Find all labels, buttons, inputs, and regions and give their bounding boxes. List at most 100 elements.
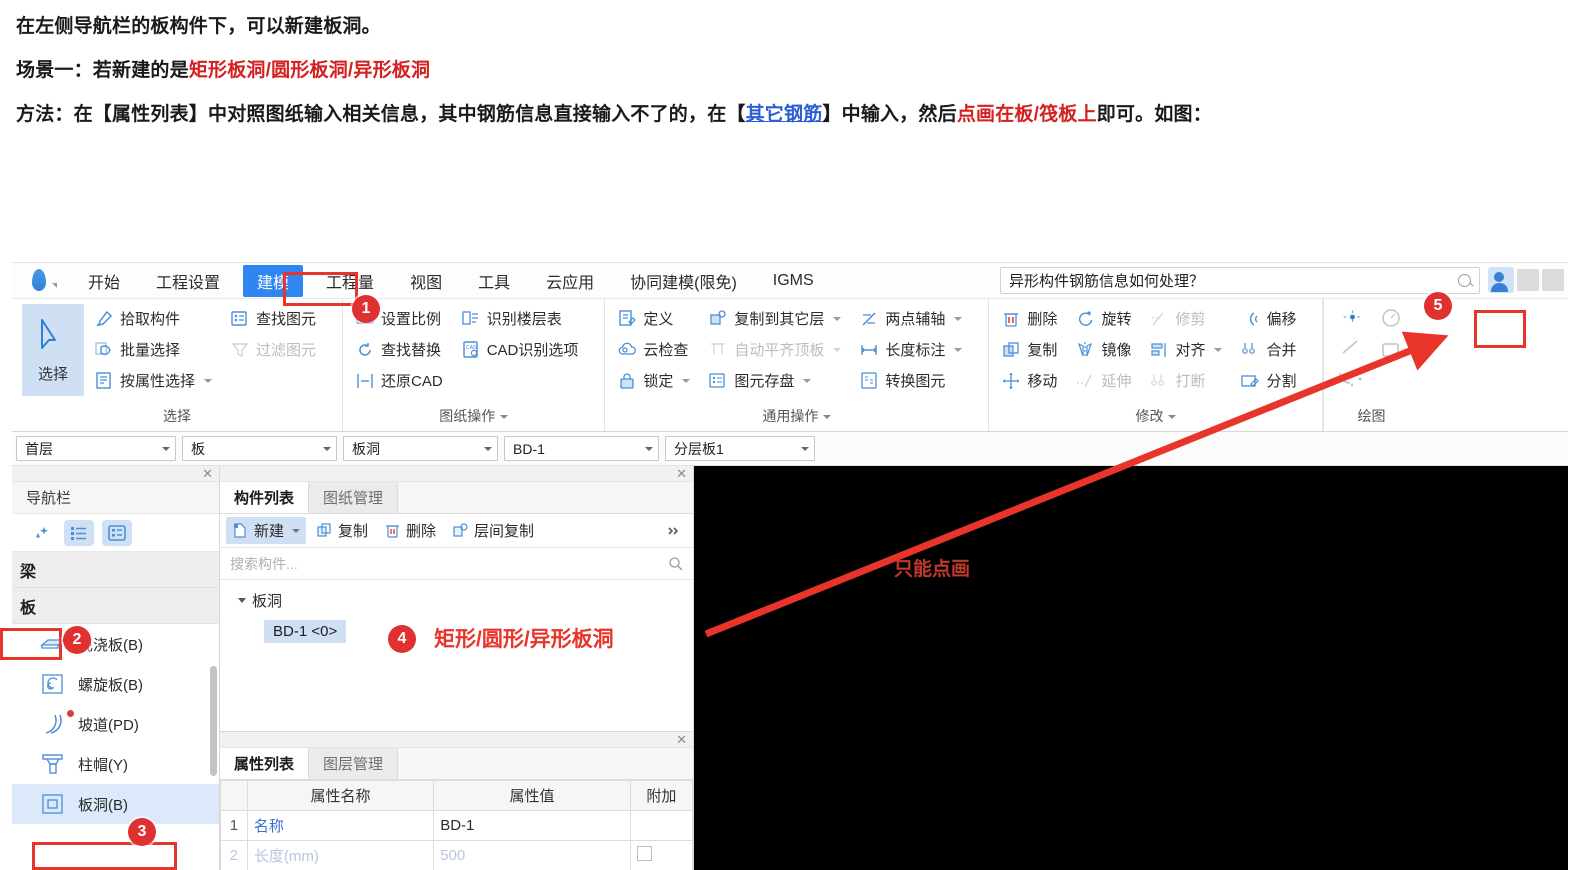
chevron-down-icon[interactable]	[833, 316, 842, 321]
draw-tool-circle[interactable]	[1374, 304, 1408, 332]
close-icon[interactable]: ✕	[676, 467, 687, 480]
ribbon-item-filter-element[interactable]: 过滤图元	[228, 335, 318, 364]
tab-view[interactable]: 视图	[397, 265, 455, 297]
chevron-down-icon[interactable]	[238, 598, 246, 603]
ribbon-item-lock[interactable]: 锁定	[615, 366, 692, 395]
chevron-down-icon[interactable]	[823, 415, 832, 419]
ribbon-item-trim[interactable]: 修剪	[1147, 304, 1224, 333]
window-controls[interactable]	[1517, 269, 1564, 291]
nav-item-column-cap[interactable]: 柱帽(Y)	[12, 744, 219, 784]
floor-select[interactable]: 首层	[16, 436, 176, 461]
ribbon-item-offset[interactable]: 偏移	[1238, 304, 1298, 333]
component-search-row[interactable]: 搜索构件...	[220, 548, 693, 580]
close-icon[interactable]: ✕	[202, 467, 213, 480]
ribbon-item-length-dimension[interactable]: 长度标注	[857, 335, 964, 364]
ribbon-item-break[interactable]: 打断	[1147, 366, 1224, 395]
table-row[interactable]: 1 名称 BD-1	[220, 810, 694, 841]
tab-project-settings[interactable]: 工程设置	[143, 265, 233, 297]
category-select[interactable]: 板	[182, 436, 337, 461]
layer-select[interactable]: 分层板1	[665, 436, 815, 461]
ribbon-item-select-by-property[interactable]: 按属性选择	[92, 366, 214, 395]
tab-drawing-management[interactable]: 图纸管理	[309, 482, 399, 513]
delete-component-button[interactable]: 删除	[378, 517, 442, 544]
ribbon-item-find-element[interactable]: 查找图元	[228, 304, 318, 333]
window-control-block[interactable]	[1542, 269, 1564, 291]
tab-tools[interactable]: 工具	[465, 265, 523, 297]
type-select[interactable]: 板洞	[343, 436, 498, 461]
avatar[interactable]	[1488, 267, 1514, 293]
nav-item-spiral-slab[interactable]: 螺旋板(B)	[12, 664, 219, 704]
chevron-down-icon[interactable]	[323, 446, 331, 451]
new-component-button[interactable]: 新建	[226, 517, 307, 544]
ribbon-item-copy[interactable]: 复制	[999, 335, 1059, 364]
window-control-block[interactable]	[1517, 269, 1539, 291]
draw-tool-line[interactable]	[1334, 333, 1368, 361]
chevron-down-icon[interactable]	[292, 528, 301, 533]
ribbon-item-convert-element[interactable]: 转换图元	[857, 366, 964, 395]
component-name-select[interactable]: BD-1	[504, 436, 659, 461]
row-property-value[interactable]: 500	[433, 840, 631, 870]
ribbon-item-element-save[interactable]: 图元存盘	[706, 366, 843, 395]
ribbon-item-copy-to-other-floor[interactable]: 复制到其它层	[706, 304, 843, 333]
ribbon-item-restore-cad[interactable]: 还原CAD	[353, 366, 445, 395]
nav-scrollbar[interactable]	[210, 666, 217, 776]
help-search-box[interactable]: 异形构件钢筋信息如何处理？	[1000, 267, 1480, 294]
ribbon-item-move[interactable]: 移动	[999, 366, 1059, 395]
search-icon[interactable]	[668, 556, 683, 571]
help-search-input[interactable]: 异形构件钢筋信息如何处理？	[1009, 270, 1458, 291]
ribbon-item-mirror[interactable]: 镜像	[1073, 335, 1133, 364]
search-icon[interactable]	[1458, 274, 1471, 287]
sparkle-icon[interactable]	[26, 520, 56, 546]
ribbon-item-identify-floor-table[interactable]: 识别楼层表	[459, 304, 581, 333]
detail-view-icon[interactable]	[102, 519, 132, 546]
chevron-down-icon[interactable]	[162, 446, 170, 451]
chevron-down-icon[interactable]	[204, 378, 213, 383]
draw-tool-point[interactable]	[1334, 304, 1369, 329]
tab-cloud-apps[interactable]: 云应用	[533, 265, 607, 297]
ribbon-item-extend[interactable]: 延伸	[1073, 366, 1133, 395]
copy-component-button[interactable]: 复制	[310, 517, 374, 544]
chevron-down-icon[interactable]	[645, 446, 653, 451]
tab-start[interactable]: 开始	[75, 265, 133, 297]
ribbon-item-merge[interactable]: 合并	[1238, 335, 1298, 364]
close-icon[interactable]: ✕	[676, 733, 687, 746]
ribbon-item-two-point-axis[interactable]: 两点辅轴	[857, 304, 964, 333]
attach-checkbox[interactable]	[636, 846, 652, 861]
component-search-input[interactable]: 搜索构件...	[230, 554, 298, 574]
ribbon-item-cad-identify-options[interactable]: CAD CAD识别选项	[459, 335, 581, 364]
tree-leaf-bd1[interactable]: BD-1 <0>	[264, 620, 347, 643]
chevron-down-icon[interactable]	[833, 347, 842, 352]
nav-category-slab[interactable]: 板	[12, 588, 219, 624]
chevron-down-icon[interactable]	[500, 415, 509, 419]
drawing-canvas[interactable]: 只能点画	[694, 466, 1568, 870]
row-property-value[interactable]: BD-1	[433, 810, 631, 841]
select-tool-button[interactable]: 选择	[22, 304, 84, 396]
table-row[interactable]: 2 长度(mm) 500	[220, 840, 694, 870]
ribbon-item-batch-select[interactable]: 批量选择	[92, 335, 214, 364]
draw-tool-rectangle[interactable]	[1374, 336, 1408, 364]
ribbon-item-delete[interactable]: 删除	[999, 304, 1059, 333]
tab-property-list[interactable]: 属性列表	[220, 748, 310, 779]
chevron-down-icon[interactable]	[801, 446, 809, 451]
tab-igms[interactable]: IGMS	[760, 268, 827, 294]
nav-item-ramp[interactable]: 坡道(PD)	[12, 704, 219, 744]
chevron-down-icon[interactable]	[1214, 347, 1223, 352]
list-view-icon[interactable]	[64, 519, 94, 546]
copy-between-floors-button[interactable]: 层间复制	[446, 517, 540, 544]
ribbon-item-auto-align-top[interactable]: 自动平齐顶板	[706, 335, 843, 364]
ribbon-item-find-replace[interactable]: 查找替换	[353, 335, 445, 364]
logo-dropdown-caret-icon[interactable]	[52, 283, 57, 288]
draw-tool-arc[interactable]	[1334, 365, 1368, 393]
chevron-down-icon[interactable]	[954, 347, 963, 352]
tab-collaborative-modeling[interactable]: 协同建模(限免)	[617, 265, 750, 297]
ribbon-item-pick-component[interactable]: 拾取构件	[92, 304, 214, 333]
chevron-down-icon[interactable]	[1168, 415, 1177, 419]
chevron-down-icon[interactable]	[484, 446, 492, 451]
ribbon-item-cloud-check[interactable]: 云检查	[615, 335, 692, 364]
tree-node-slab-hole[interactable]: 板洞	[220, 588, 693, 613]
account-area[interactable]	[1488, 265, 1568, 295]
ribbon-item-rotate[interactable]: 旋转	[1073, 304, 1133, 333]
ribbon-item-define[interactable]: 定义	[615, 304, 692, 333]
nav-category-beam[interactable]: 梁	[12, 552, 219, 588]
tab-component-list[interactable]: 构件列表	[220, 482, 310, 513]
